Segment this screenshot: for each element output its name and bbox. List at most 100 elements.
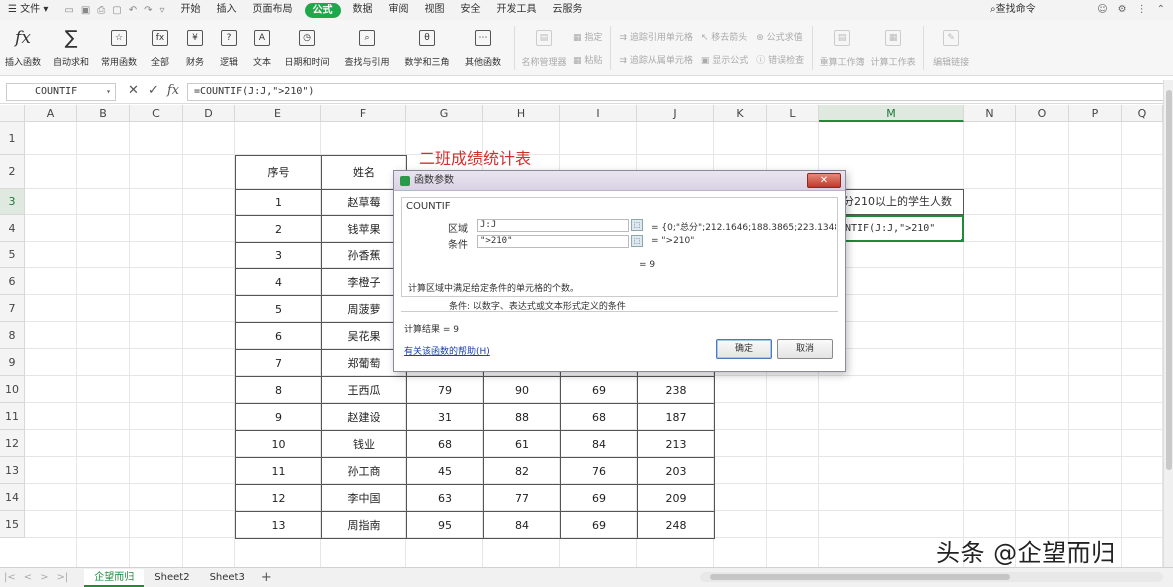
column-header-m[interactable]: M bbox=[819, 105, 964, 122]
table-cell[interactable]: 90 bbox=[483, 376, 561, 404]
smiley-icon[interactable]: ☺ bbox=[1097, 0, 1107, 20]
column-header-d[interactable]: D bbox=[183, 105, 235, 122]
chevron-down-icon[interactable]: ▾ bbox=[106, 84, 111, 100]
row-header-10[interactable]: 10 bbox=[0, 376, 25, 403]
column-header-h[interactable]: H bbox=[483, 105, 560, 122]
help-link[interactable]: 有关该函数的帮助(H) bbox=[404, 344, 490, 357]
other-functions-button[interactable]: ⋯ 其他函数 bbox=[456, 20, 510, 76]
table-cell[interactable]: 孙工商 bbox=[321, 457, 407, 485]
undo-icon[interactable]: ↶ bbox=[129, 5, 137, 16]
row-header-3[interactable]: 3 bbox=[0, 189, 25, 215]
tab-view[interactable]: 视图 bbox=[417, 0, 453, 20]
row-header-1[interactable]: 1 bbox=[0, 122, 25, 155]
ok-button[interactable]: 确定 bbox=[716, 339, 772, 359]
row-header-8[interactable]: 8 bbox=[0, 322, 25, 349]
table-cell[interactable]: 209 bbox=[637, 484, 715, 512]
row-header-11[interactable]: 11 bbox=[0, 403, 25, 430]
define-name-button[interactable]: ▦ 指定 bbox=[573, 30, 602, 43]
select-all-corner[interactable] bbox=[0, 105, 25, 122]
table-cell[interactable]: 1 bbox=[235, 189, 322, 216]
row-header-12[interactable]: 12 bbox=[0, 430, 25, 457]
remove-arrows-button[interactable]: ↖ 移去箭头 bbox=[701, 30, 748, 43]
tab-insert[interactable]: 插入 bbox=[209, 0, 245, 20]
table-cell[interactable]: 钱业 bbox=[321, 430, 407, 458]
all-functions-button[interactable]: fx 全部 bbox=[142, 20, 178, 76]
next-sheet-icon[interactable]: > bbox=[36, 572, 52, 583]
column-header-g[interactable]: G bbox=[406, 105, 483, 122]
table-cell[interactable]: 95 bbox=[406, 511, 484, 539]
math-button[interactable]: θ 数学和三角 bbox=[398, 20, 456, 76]
preview-icon[interactable]: ▢ bbox=[112, 5, 121, 16]
table-cell[interactable]: 68 bbox=[560, 403, 638, 431]
autosum-button[interactable]: ∑ 自动求和 bbox=[46, 20, 96, 76]
table-cell[interactable]: 5 bbox=[235, 295, 322, 323]
calc-sheet-button[interactable]: ▦ 计算工作表 bbox=[867, 20, 919, 76]
paste-name-button[interactable]: ▦ 粘贴 bbox=[573, 53, 602, 66]
common-functions-button[interactable]: ☆ 常用函数 bbox=[96, 20, 142, 76]
vertical-scroll-thumb[interactable] bbox=[1166, 90, 1172, 470]
column-header-c[interactable]: C bbox=[130, 105, 183, 122]
table-cell[interactable]: 61 bbox=[483, 430, 561, 458]
table-cell[interactable]: 69 bbox=[560, 511, 638, 539]
last-sheet-icon[interactable]: >| bbox=[53, 572, 73, 583]
tab-page-layout[interactable]: 页面布局 bbox=[245, 0, 301, 20]
prev-sheet-icon[interactable]: < bbox=[20, 572, 36, 583]
table-cell[interactable]: 88 bbox=[483, 403, 561, 431]
edit-links-button[interactable]: ✎ 编辑链接 bbox=[928, 20, 974, 76]
table-cell[interactable]: 8 bbox=[235, 376, 322, 404]
column-header-f[interactable]: F bbox=[321, 105, 406, 122]
table-cell[interactable]: 7 bbox=[235, 349, 322, 377]
first-sheet-icon[interactable]: |< bbox=[0, 572, 20, 583]
cancel-icon[interactable]: ✕ bbox=[128, 83, 139, 98]
table-cell[interactable]: 68 bbox=[406, 430, 484, 458]
column-header-q[interactable]: Q bbox=[1122, 105, 1163, 122]
print-icon[interactable]: ⎙ bbox=[97, 5, 105, 16]
table-cell[interactable]: 11 bbox=[235, 457, 322, 485]
table-cell[interactable]: 84 bbox=[483, 511, 561, 539]
table-cell[interactable]: 203 bbox=[637, 457, 715, 485]
logic-button[interactable]: ? 逻辑 bbox=[212, 20, 246, 76]
column-header-l[interactable]: L bbox=[767, 105, 819, 122]
cancel-button[interactable]: 取消 bbox=[777, 339, 833, 359]
range-input[interactable]: J:J bbox=[477, 219, 629, 232]
open-icon[interactable]: ▭ bbox=[64, 5, 73, 16]
show-formulas-button[interactable]: ▣ 显示公式 bbox=[701, 53, 748, 66]
table-cell[interactable]: 13 bbox=[235, 511, 322, 539]
row-header-9[interactable]: 9 bbox=[0, 349, 25, 376]
table-cell[interactable]: 238 bbox=[637, 376, 715, 404]
column-header-o[interactable]: O bbox=[1016, 105, 1069, 122]
collapse-icon[interactable]: ⌃ bbox=[1157, 0, 1165, 20]
horizontal-scroll-thumb[interactable] bbox=[710, 574, 1010, 580]
file-menu[interactable]: ☰ 文件 ▾ bbox=[0, 0, 56, 20]
customize-icon[interactable]: ▿ bbox=[160, 5, 165, 16]
text-functions-button[interactable]: A 文本 bbox=[246, 20, 278, 76]
add-sheet-button[interactable]: + bbox=[255, 570, 278, 585]
criteria-input[interactable]: ">210" bbox=[477, 235, 629, 248]
name-manager-button[interactable]: ▤ 名称管理器 bbox=[519, 20, 569, 76]
table-cell[interactable]: 6 bbox=[235, 322, 322, 350]
table-cell[interactable]: 63 bbox=[406, 484, 484, 512]
lookup-button[interactable]: ⌕ 查找与引用 bbox=[336, 20, 398, 76]
table-cell[interactable]: 4 bbox=[235, 268, 322, 296]
close-button[interactable]: ✕ bbox=[807, 173, 841, 188]
formula-input[interactable]: =COUNTIF(J:J,">210") bbox=[187, 83, 1167, 101]
row-header-7[interactable]: 7 bbox=[0, 295, 25, 322]
error-check-button[interactable]: ⓘ 错误检查 bbox=[756, 53, 804, 66]
row-header-15[interactable]: 15 bbox=[0, 511, 25, 538]
table-cell[interactable]: 赵建设 bbox=[321, 403, 407, 431]
table-cell[interactable]: 王西瓜 bbox=[321, 376, 407, 404]
table-cell[interactable]: 9 bbox=[235, 403, 322, 431]
table-cell[interactable]: 77 bbox=[483, 484, 561, 512]
table-cell[interactable]: 213 bbox=[637, 430, 715, 458]
table-cell[interactable]: 187 bbox=[637, 403, 715, 431]
vertical-scrollbar[interactable] bbox=[1163, 80, 1173, 567]
table-cell[interactable]: 李中国 bbox=[321, 484, 407, 512]
evaluate-formula-button[interactable]: ⊛ 公式求值 bbox=[756, 30, 804, 43]
tab-developer[interactable]: 开发工具 bbox=[489, 0, 545, 20]
table-cell[interactable]: 45 bbox=[406, 457, 484, 485]
table-cell[interactable]: 79 bbox=[406, 376, 484, 404]
sheet-title[interactable]: 二班成绩统计表 bbox=[410, 145, 540, 169]
recalc-workbook-button[interactable]: ▤ 重算工作簿 bbox=[817, 20, 867, 76]
tab-cloud[interactable]: 云服务 bbox=[545, 0, 591, 20]
name-box[interactable]: COUNTIF ▾ bbox=[6, 83, 116, 101]
